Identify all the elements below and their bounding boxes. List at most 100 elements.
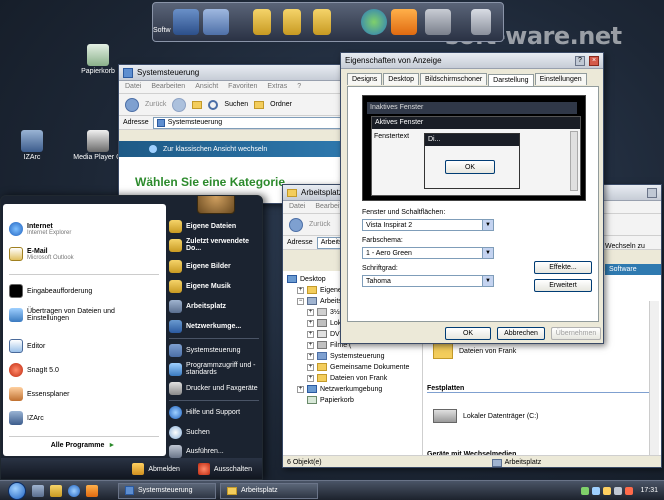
network-icon[interactable] bbox=[203, 9, 229, 35]
shutdown-button[interactable]: Ausschalten bbox=[197, 463, 252, 475]
list-item[interactable]: Lokaler Datenträger (C:) bbox=[433, 409, 538, 423]
user-avatar[interactable] bbox=[197, 196, 235, 214]
effects-button[interactable]: Effekte... bbox=[534, 261, 592, 274]
tab-desktop[interactable]: Desktop bbox=[383, 73, 419, 85]
advanced-button[interactable]: Erweitert bbox=[534, 279, 592, 292]
address-input[interactable]: Systemsteuerung bbox=[152, 116, 353, 129]
tab-appearance[interactable]: Darstellung bbox=[488, 74, 534, 86]
search-button[interactable]: Suchen bbox=[224, 101, 248, 108]
scrollbar[interactable] bbox=[649, 301, 659, 455]
menu-bearbeiten[interactable]: Bearbeit bbox=[315, 203, 341, 211]
expand-icon[interactable]: + bbox=[307, 330, 314, 338]
clock[interactable]: 17:31 bbox=[640, 487, 658, 494]
quicklaunch-media-icon[interactable] bbox=[86, 484, 98, 497]
apply-button[interactable]: Übernehmen bbox=[551, 327, 601, 340]
menu-datei[interactable]: Datei bbox=[289, 203, 305, 211]
help-icon[interactable]: ? bbox=[575, 55, 585, 66]
tab-settings[interactable]: Einstellungen bbox=[534, 73, 587, 85]
desktop-icon-izarc[interactable]: IZArc bbox=[2, 130, 62, 161]
list-item[interactable]: Dateien von Frank bbox=[433, 343, 516, 359]
expand-icon[interactable]: + bbox=[297, 385, 304, 393]
color-scheme-select[interactable]: 1 - Aero Green ▼ bbox=[362, 247, 494, 259]
quicklaunch-ie-icon[interactable] bbox=[68, 484, 80, 497]
tray-icon[interactable] bbox=[581, 486, 590, 495]
tree-item[interactable]: + Netzwerkumgebung bbox=[297, 385, 382, 393]
menu-help[interactable]: ? bbox=[297, 83, 301, 91]
menu-ansicht[interactable]: Ansicht bbox=[195, 83, 218, 91]
back-arrow-icon[interactable] bbox=[289, 217, 303, 232]
start-item-snagit[interactable]: SnagIt 5.0 bbox=[3, 363, 163, 377]
tray-icon[interactable] bbox=[625, 486, 634, 495]
start-item-email[interactable]: E-Mail Microsoft Outlook bbox=[3, 247, 163, 261]
start-place-network[interactable]: Netzwerkumge... bbox=[169, 320, 261, 333]
taskbar-item-systemsteuerung[interactable]: Systemsteuerung bbox=[118, 482, 216, 499]
expand-icon[interactable]: + bbox=[307, 363, 314, 371]
start-item-transfer[interactable]: Übertragen von Dateien und Einstellungen bbox=[3, 308, 163, 322]
menu-favoriten[interactable]: Favoriten bbox=[228, 83, 257, 91]
tree-item[interactable]: + Gemeinsame Dokumente bbox=[307, 363, 409, 371]
start-item-internet[interactable]: Internet Internet Explorer bbox=[3, 222, 163, 236]
folder-icon[interactable] bbox=[253, 9, 271, 35]
tab-screensaver[interactable]: Bildschirmschoner bbox=[419, 73, 488, 85]
folders-button[interactable]: Ordner bbox=[270, 101, 292, 108]
forward-arrow-icon[interactable] bbox=[172, 97, 187, 112]
control-panel-titlebar[interactable]: Systemsteuerung bbox=[119, 65, 357, 81]
menu-datei[interactable]: Datei bbox=[125, 83, 141, 91]
quicklaunch-folder-icon[interactable] bbox=[50, 484, 62, 497]
tab-designs[interactable]: Designs bbox=[347, 73, 383, 85]
start-place-documents[interactable]: Eigene Dateien bbox=[169, 220, 261, 233]
tree-item[interactable]: + Dateien von Frank bbox=[307, 374, 387, 382]
computer-icon[interactable] bbox=[173, 9, 199, 35]
back-arrow-icon[interactable] bbox=[125, 97, 139, 112]
media-player-icon[interactable] bbox=[391, 9, 417, 35]
start-place-search[interactable]: Suchen bbox=[169, 426, 261, 439]
all-programs-button[interactable]: Alle Programme ► bbox=[3, 442, 163, 449]
windows-style-select[interactable]: Vista Inspirat 2 ▼ bbox=[362, 219, 494, 231]
expand-icon[interactable]: + bbox=[307, 341, 314, 349]
tray-icon[interactable] bbox=[603, 486, 612, 495]
recycle-bin-icon[interactable] bbox=[471, 9, 491, 35]
start-place-printers[interactable]: Drucker und Faxgeräte bbox=[169, 382, 261, 395]
start-place-run[interactable]: Ausführen... bbox=[169, 445, 261, 458]
start-place-help[interactable]: Hilfe und Support bbox=[169, 406, 261, 419]
minimize-icon[interactable] bbox=[647, 187, 657, 198]
start-place-recent[interactable]: Zuletzt verwendete Do... bbox=[169, 238, 261, 252]
up-folder-icon[interactable] bbox=[192, 100, 203, 109]
start-item-essensplaner[interactable]: Essensplaner bbox=[3, 387, 163, 401]
menu-bearbeiten[interactable]: Bearbeiten bbox=[151, 83, 185, 91]
back-button[interactable]: Zurück bbox=[145, 101, 166, 108]
collapse-icon[interactable]: − bbox=[297, 297, 304, 305]
menu-extras[interactable]: Extras bbox=[267, 83, 287, 91]
expand-icon[interactable]: + bbox=[307, 374, 314, 382]
show-desktop-icon[interactable] bbox=[32, 484, 44, 497]
logoff-button[interactable]: Abmelden bbox=[132, 463, 180, 475]
tray-icon[interactable] bbox=[592, 486, 601, 495]
expand-icon[interactable]: + bbox=[297, 286, 304, 294]
documents-icon[interactable] bbox=[283, 9, 301, 35]
start-place-pictures[interactable]: Eigene Bilder bbox=[169, 260, 261, 273]
start-place-music[interactable]: Eigene Musik bbox=[169, 280, 261, 293]
tree-item[interactable]: + Systemsteuerung bbox=[307, 352, 384, 360]
close-icon[interactable]: × bbox=[589, 55, 599, 66]
taskbar-item-arbeitsplatz[interactable]: Arbeitsplatz bbox=[220, 482, 318, 499]
expand-icon[interactable]: + bbox=[307, 308, 314, 316]
start-item-cmd[interactable]: Eingabeaufforderung bbox=[3, 284, 163, 298]
classic-view-link[interactable]: Zur klassischen Ansicht wechseln bbox=[119, 141, 357, 157]
start-place-computer[interactable]: Arbeitsplatz bbox=[169, 300, 261, 313]
tree-item-desktop[interactable]: Desktop bbox=[287, 275, 326, 283]
back-button[interactable]: Zurück bbox=[309, 221, 330, 228]
start-item-izarc[interactable]: IZArc bbox=[3, 411, 163, 425]
tray-icon[interactable] bbox=[614, 486, 623, 495]
font-size-select[interactable]: Tahoma ▼ bbox=[362, 275, 494, 287]
ok-button[interactable]: OK bbox=[445, 327, 491, 340]
cancel-button[interactable]: Abbrechen bbox=[497, 327, 545, 340]
expand-icon[interactable]: + bbox=[307, 352, 314, 360]
tree-item[interactable]: Papierkorb bbox=[307, 396, 354, 404]
switch-link[interactable]: Wechseln zu bbox=[605, 243, 661, 250]
start-item-editor[interactable]: Editor bbox=[3, 339, 163, 353]
expand-icon[interactable]: + bbox=[307, 319, 314, 327]
dialog-titlebar[interactable]: Eigenschaften von Anzeige ? × bbox=[341, 53, 603, 69]
globe-icon[interactable] bbox=[361, 9, 387, 35]
start-place-defaults[interactable]: Programmzugriff und -standards bbox=[169, 362, 261, 376]
start-button[interactable] bbox=[8, 481, 26, 500]
